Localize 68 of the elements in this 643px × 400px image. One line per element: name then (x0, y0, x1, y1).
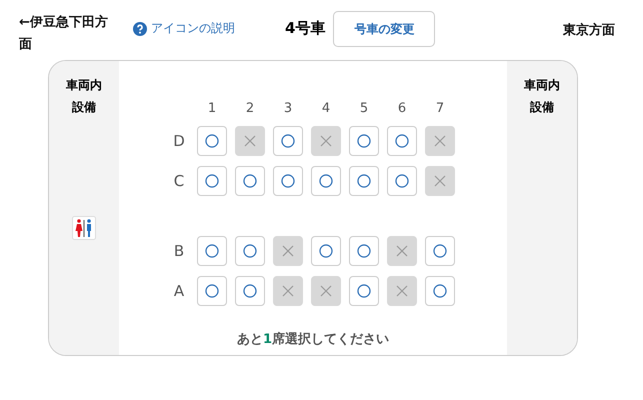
restroom-icon (72, 216, 96, 240)
circle-icon (281, 134, 295, 148)
cross-icon (396, 245, 408, 257)
available-seat[interactable] (197, 236, 227, 266)
cross-icon (396, 285, 408, 297)
circle-icon (357, 244, 371, 258)
cross-icon (434, 175, 446, 187)
column-number: 7 (434, 101, 446, 116)
cross-icon (320, 135, 332, 147)
car-number: 4号車 (285, 19, 326, 38)
available-seat[interactable] (273, 166, 303, 196)
circle-icon (395, 174, 409, 188)
circle-icon (319, 174, 333, 188)
circle-icon (281, 174, 295, 188)
available-seat[interactable] (235, 236, 265, 266)
available-seat[interactable] (349, 126, 379, 156)
circle-icon (205, 174, 219, 188)
available-seat[interactable] (387, 126, 417, 156)
column-number: 5 (358, 101, 370, 116)
circle-icon (205, 134, 219, 148)
column-number: 2 (244, 101, 256, 116)
row-letter: A (172, 282, 186, 300)
direction-label: ←伊豆急下田方面 (19, 14, 109, 54)
column-number: 1 (206, 101, 218, 116)
available-seat[interactable] (387, 166, 417, 196)
available-seat[interactable] (349, 236, 379, 266)
available-seat[interactable] (197, 126, 227, 156)
available-seat[interactable] (311, 166, 341, 196)
help-link[interactable]: アイコンの説明 (133, 20, 235, 37)
row-letter: B (172, 242, 186, 260)
available-seat[interactable] (235, 166, 265, 196)
cross-icon (244, 135, 256, 147)
available-seat[interactable] (273, 126, 303, 156)
circle-icon (243, 284, 257, 298)
available-seat[interactable] (425, 236, 455, 266)
circle-icon (205, 284, 219, 298)
column-number: 6 (396, 101, 408, 116)
circle-icon (319, 244, 333, 258)
circle-icon (433, 284, 447, 298)
circle-icon (243, 174, 257, 188)
available-seat[interactable] (197, 166, 227, 196)
circle-icon (433, 244, 447, 258)
column-number: 3 (282, 101, 294, 116)
change-car-button[interactable]: 号車の変更 (333, 11, 436, 47)
selection-prompt: あと 1席選択してください (236, 330, 390, 348)
available-seat[interactable] (235, 276, 265, 306)
facility-heading: 車両内設備 (65, 77, 103, 116)
help-icon (133, 22, 147, 36)
available-seat[interactable] (425, 276, 455, 306)
circle-icon (205, 244, 219, 258)
cross-icon (282, 285, 294, 297)
circle-icon (357, 174, 371, 188)
row-letter: C (172, 172, 186, 190)
facility-heading: 車両内設備 (523, 77, 561, 116)
column-number: 4 (320, 101, 332, 116)
cross-icon (320, 285, 332, 297)
available-seat[interactable] (349, 276, 379, 306)
circle-icon (243, 244, 257, 258)
available-seat[interactable] (197, 276, 227, 306)
cross-icon (282, 245, 294, 257)
circle-icon (357, 134, 371, 148)
available-seat[interactable] (349, 166, 379, 196)
available-seat[interactable] (311, 236, 341, 266)
circle-icon (357, 284, 371, 298)
circle-icon (395, 134, 409, 148)
cross-icon (434, 135, 446, 147)
direction-label: 東京方面 (563, 22, 616, 39)
row-letter: D (172, 132, 186, 150)
